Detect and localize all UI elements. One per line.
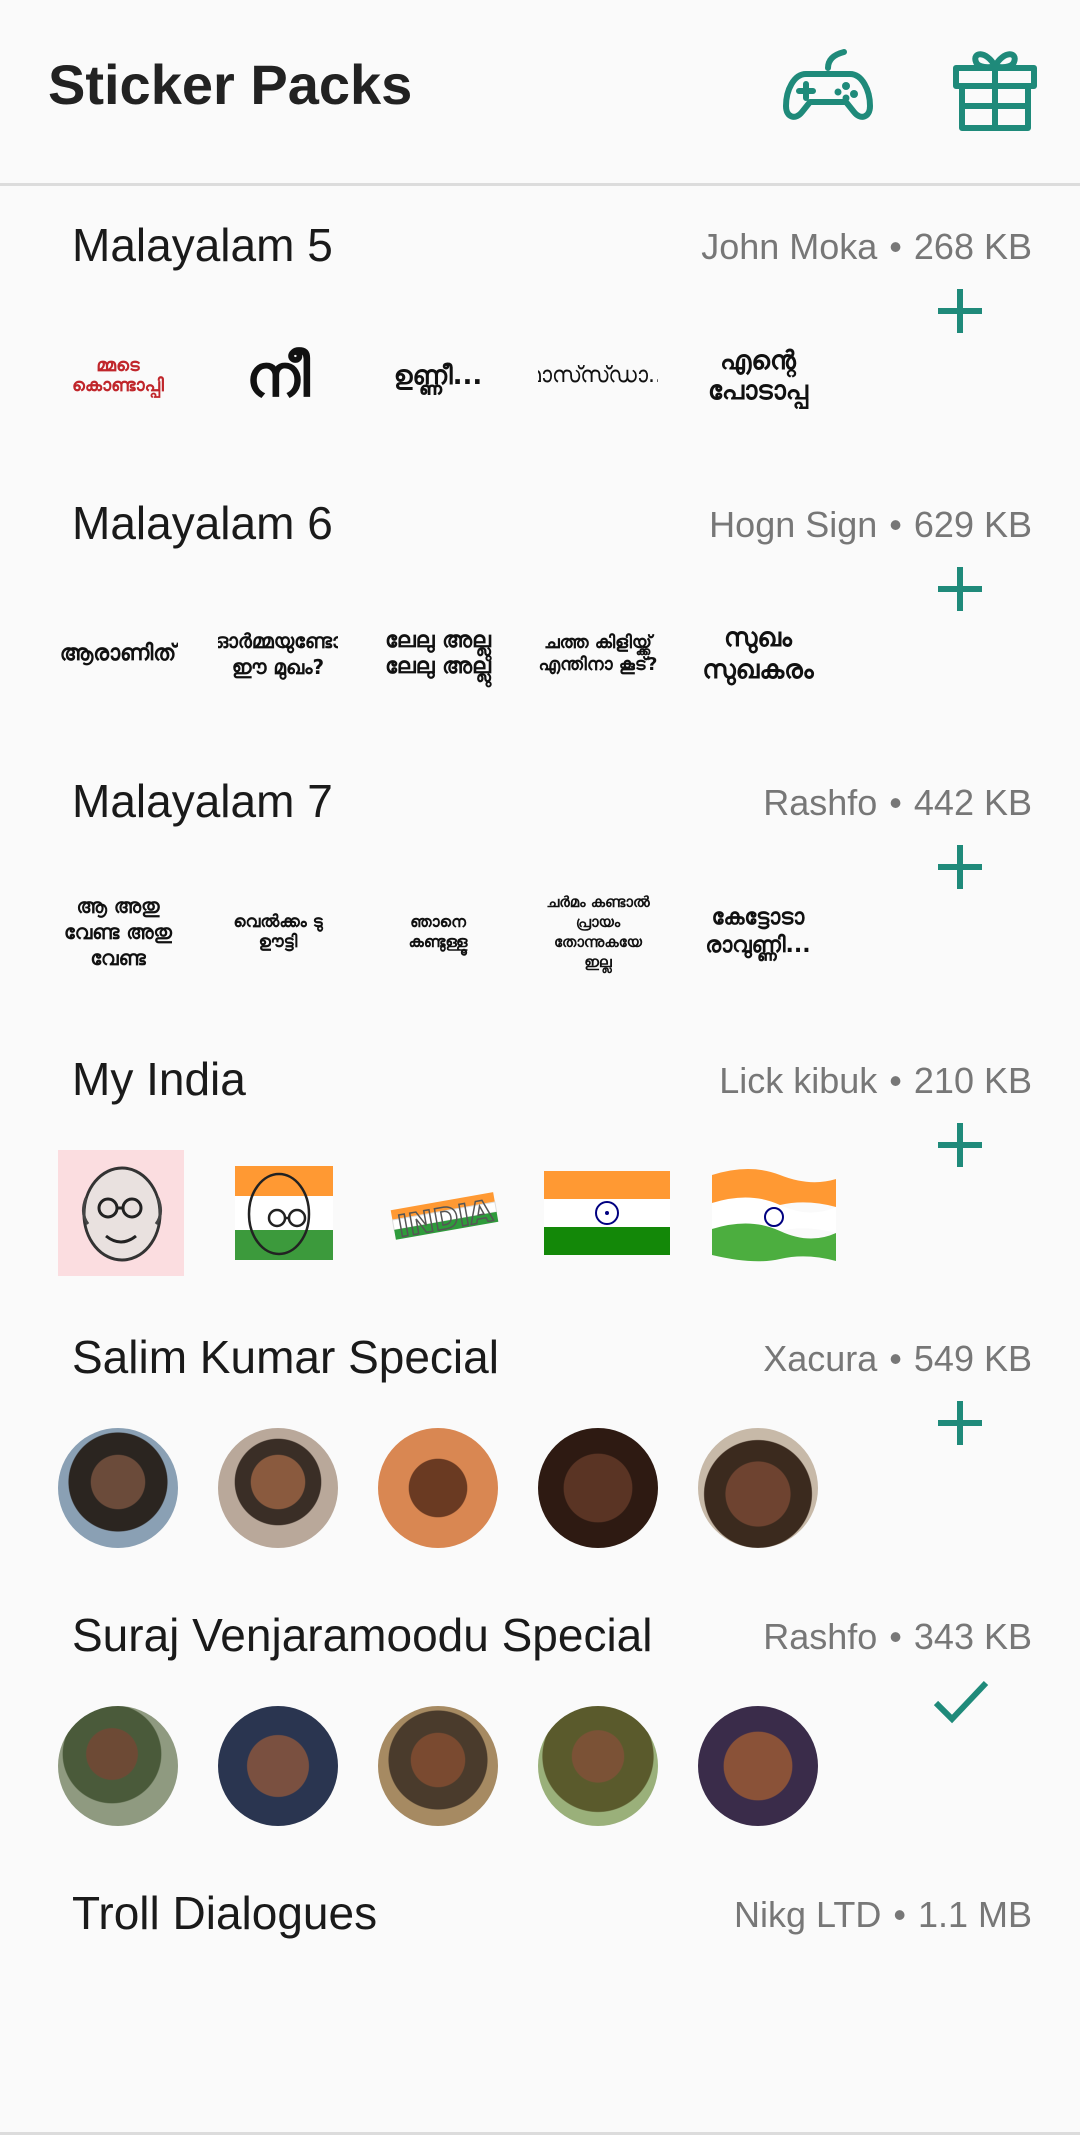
sticker-preview-list [58, 1428, 818, 1548]
sticker-pack-row[interactable]: Salim Kumar Special Xacura • 549 KB [0, 1298, 1080, 1579]
sticker-thumbnail: ഞാനെ കണ്ടുള്ളൂ [408, 912, 468, 951]
sticker-thumbnail: നീ [245, 342, 311, 410]
pack-author: Nikg LTD [733, 1894, 882, 1935]
face-sticker [698, 1428, 818, 1548]
sticker-thumbnail: സുഖം സുഖകരം [702, 623, 814, 685]
pack-author: Rashfo [763, 782, 878, 823]
sticker-preview-list: ആരാണിത് ഓർമ്മയുണ്ടോ ഈ മുഖം? ലേലു അല്ലു ല… [58, 594, 818, 714]
add-pack-button[interactable] [930, 1115, 990, 1175]
face-sticker [698, 1706, 818, 1826]
pack-meta: Rashfo • 442 KB [763, 782, 1032, 824]
gamepad-icon[interactable] [780, 40, 876, 141]
pack-author: Lick kibuk [719, 1060, 878, 1101]
pack-meta: Hogn Sign • 629 KB [709, 504, 1032, 546]
sticker-thumbnail: ലേലു അല്ലു ലേലു അല്ലു [385, 628, 491, 679]
add-pack-button[interactable] [930, 1393, 990, 1453]
meta-separator: • [889, 1060, 902, 1101]
face-sticker [538, 1706, 658, 1826]
meta-separator: • [893, 1894, 906, 1935]
sticker-thumbnail: കേട്ടോടാ രാവുണ്ണി... [705, 905, 811, 958]
pack-name: Suraj Venjaramoodu Special [72, 1609, 653, 1661]
pack-size: 629 KB [913, 504, 1032, 545]
plus-icon [938, 845, 982, 889]
pack-meta: Rashfo • 343 KB [763, 1616, 1032, 1658]
face-sticker [58, 1428, 178, 1548]
pack-meta: John Moka • 268 KB [701, 226, 1032, 268]
meta-separator: • [889, 226, 902, 267]
pack-name: My India [72, 1053, 246, 1105]
add-pack-button[interactable] [930, 281, 990, 341]
sticker-thumbnail: ചർമം കണ്ടാൽ പ്രായം തോന്നുകയേ ഇല്ല [546, 893, 650, 971]
pack-meta: Nikg LTD • 1.1 MB [734, 1894, 1032, 1936]
gift-icon[interactable] [950, 40, 1040, 141]
app-bar: Sticker Packs [0, 0, 1080, 186]
face-sticker [58, 1706, 178, 1826]
sticker-pack-row[interactable]: Malayalam 5 John Moka • 268 KB മ്മടെ കൊണ്ട… [0, 186, 1080, 467]
face-sticker [218, 1706, 338, 1826]
plus-icon [938, 289, 982, 333]
sticker-preview-list: INDIA [58, 1150, 838, 1276]
sticker-thumbnail: എന്റെ പോടാപ്പ [708, 346, 808, 406]
sticker-thumbnail: ഉണ്ണീ... [393, 361, 483, 391]
svg-text:INDIA: INDIA [395, 1194, 496, 1245]
sticker-pack-row[interactable]: Suraj Venjaramoodu Special Rashfo • 343 KB [0, 1576, 1080, 1857]
page-title: Sticker Packs [48, 53, 413, 116]
meta-separator: • [889, 504, 902, 545]
pack-size: 268 KB [913, 226, 1032, 267]
sticker-thumbnail: മ്മടെ കൊണ്ടാപ്പി [72, 355, 164, 396]
sticker-preview-list [58, 1706, 818, 1826]
sticker-pack-row[interactable]: Malayalam 7 Rashfo • 442 KB ആ അതു വേണ്ട അത… [0, 742, 1080, 1023]
pack-name: Malayalam 5 [72, 219, 333, 271]
india-text-sticker: INDIA [384, 1153, 504, 1273]
sticker-thumbnail: ആരാണിത് [59, 641, 177, 666]
india-flag-sticker [544, 1153, 670, 1273]
pack-name: Troll Dialogues [72, 1887, 378, 1939]
sticker-pack-row[interactable]: Malayalam 6 Hogn Sign • 629 KB ആരാണിത് ഓർമ… [0, 464, 1080, 745]
sticker-thumbnail: ആ അതു വേണ്ട അതു വേണ്ട [64, 894, 172, 970]
meta-separator: • [889, 1616, 902, 1657]
gandhi-tricolor-sticker [224, 1153, 344, 1273]
pack-name: Malayalam 6 [72, 497, 333, 549]
gandhi-portrait-sticker [58, 1150, 184, 1276]
sticker-preview-list: ആ അതു വേണ്ട അതു വേണ്ട വെൽക്കം ടു ഊട്ടി ഞ… [58, 872, 818, 992]
face-sticker [378, 1706, 498, 1826]
pack-meta: Xacura • 549 KB [763, 1338, 1032, 1380]
sticker-pack-row[interactable]: Troll Dialogues Nikg LTD • 1.1 MB [0, 1854, 1080, 2135]
pack-size: 549 KB [913, 1338, 1032, 1379]
pack-size: 1.1 MB [917, 1894, 1032, 1935]
pack-name: Malayalam 7 [72, 775, 333, 827]
pack-author: Xacura [763, 1338, 878, 1379]
checkmark-icon [933, 1680, 989, 1724]
add-pack-button[interactable] [930, 837, 990, 897]
sticker-preview-list: മ്മടെ കൊണ്ടാപ്പി നീ ഉണ്ണീ... മാസ്സ്ഡാ...… [58, 316, 818, 436]
pack-size: 442 KB [913, 782, 1032, 823]
pack-name: Salim Kumar Special [72, 1331, 499, 1383]
pack-author: Hogn Sign [709, 504, 878, 545]
meta-separator: • [889, 1338, 902, 1379]
sticker-thumbnail: വെൽക്കം ടു ഊട്ടി [233, 912, 323, 952]
plus-icon [938, 1401, 982, 1445]
pack-author: Rashfo [763, 1616, 878, 1657]
add-pack-button[interactable] [930, 559, 990, 619]
sticker-pack-row[interactable]: My India Lick kibuk • 210 KB INDIA [0, 1020, 1080, 1301]
pack-author: John Moka [701, 226, 878, 267]
face-sticker [218, 1428, 338, 1548]
sticker-thumbnail: ഓർമ്മയുണ്ടോ ഈ മുഖം? [218, 629, 338, 679]
pack-size: 210 KB [913, 1060, 1032, 1101]
pack-size: 343 KB [913, 1616, 1032, 1657]
pack-meta: Lick kibuk • 210 KB [719, 1060, 1032, 1102]
face-sticker [378, 1428, 498, 1548]
plus-icon [938, 567, 982, 611]
face-sticker [538, 1428, 658, 1548]
pack-added-indicator[interactable] [930, 1671, 990, 1731]
plus-icon [938, 1123, 982, 1167]
india-flag-waving-sticker [710, 1153, 838, 1273]
meta-separator: • [889, 782, 902, 823]
sticker-thumbnail: മാസ്സ്ഡാ... [538, 363, 658, 388]
sticker-thumbnail: ചത്ത കിളിയ്ക്ക് എന്തിനാ കൂട്? [538, 632, 658, 675]
